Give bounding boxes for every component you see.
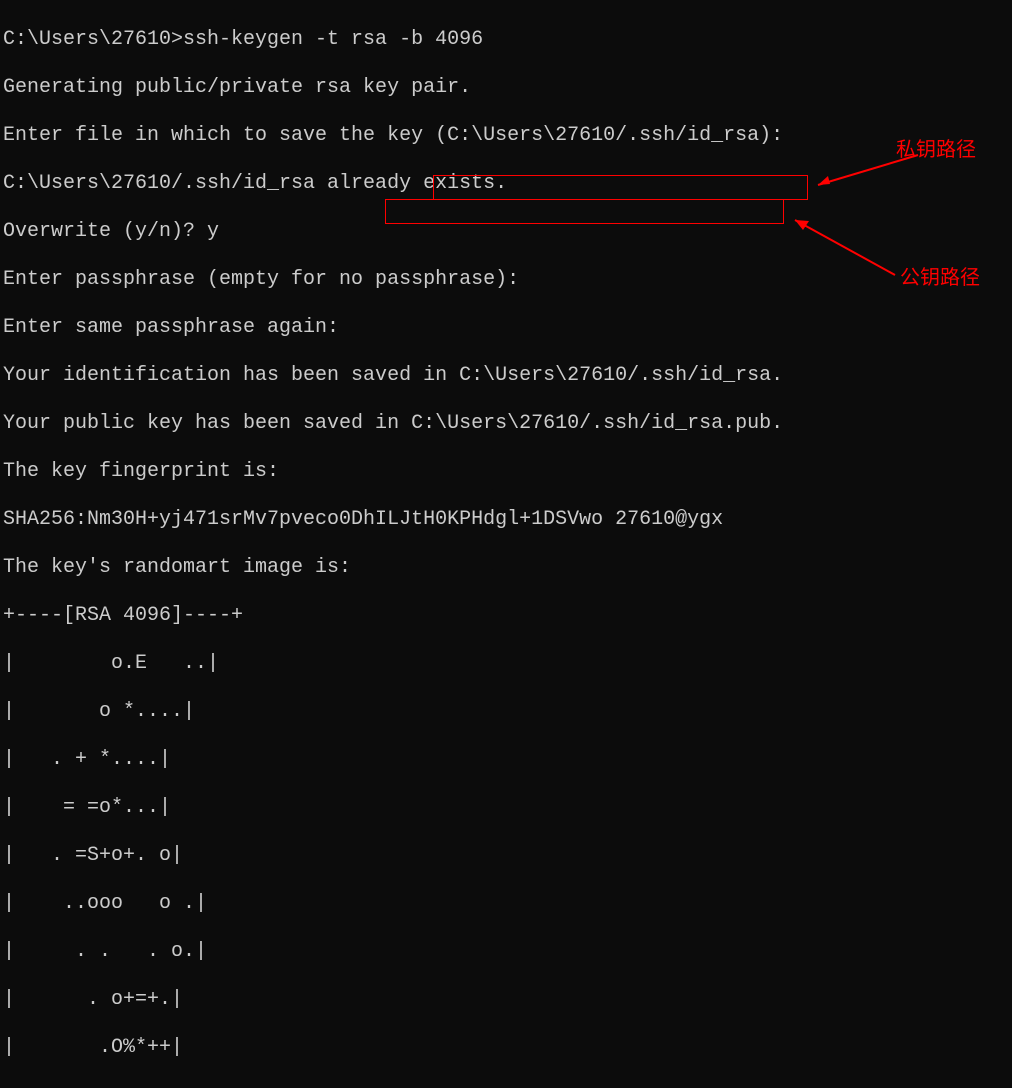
terminal-line: Overwrite (y/n)? y (3, 220, 1009, 244)
terminal-line: | ..ooo o .| (3, 892, 1009, 916)
terminal-output: C:\Users\27610>ssh-keygen -t rsa -b 4096… (0, 0, 1012, 1088)
terminal-line: | . . . o.| (3, 940, 1009, 964)
terminal-line: | . o+=+.| (3, 988, 1009, 1012)
terminal-line: Enter passphrase (empty for no passphras… (3, 268, 1009, 292)
terminal-line: Your public key has been saved in C:\Use… (3, 412, 1009, 436)
terminal-line: SHA256:Nm30H+yj471srMv7pveco0DhILJtH0KPH… (3, 508, 1009, 532)
terminal-line: | o *....| (3, 700, 1009, 724)
terminal-line: | = =o*...| (3, 796, 1009, 820)
terminal-line: | . + *....| (3, 748, 1009, 772)
terminal-line: The key's randomart image is: (3, 556, 1009, 580)
terminal-line: C:\Users\27610>ssh-keygen -t rsa -b 4096 (3, 28, 1009, 52)
terminal-line: | .O%*++| (3, 1036, 1009, 1060)
terminal-line: C:\Users\27610/.ssh/id_rsa already exist… (3, 172, 1009, 196)
terminal-line: The key fingerprint is: (3, 460, 1009, 484)
terminal-line: +----[RSA 4096]----+ (3, 604, 1009, 628)
terminal-line: Generating public/private rsa key pair. (3, 76, 1009, 100)
terminal-line: Your identification has been saved in C:… (3, 364, 1009, 388)
terminal-line: | o.E ..| (3, 652, 1009, 676)
terminal-line: Enter same passphrase again: (3, 316, 1009, 340)
terminal-line: | . =S+o+. o| (3, 844, 1009, 868)
terminal-line: Enter file in which to save the key (C:\… (3, 124, 1009, 148)
